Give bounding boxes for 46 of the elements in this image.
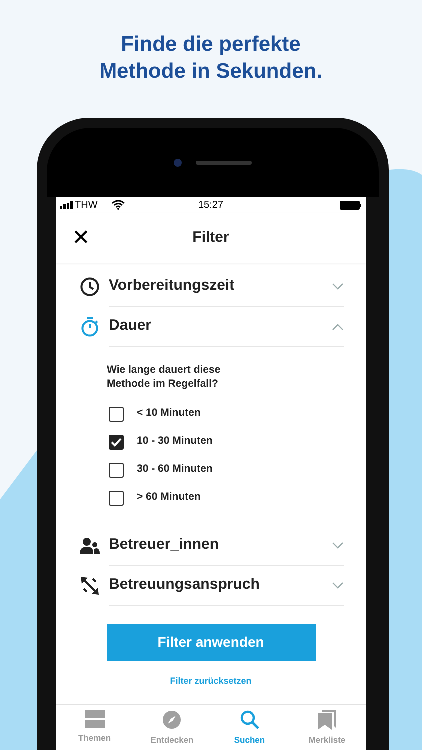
compass-icon: [162, 710, 182, 730]
option-label: < 10 Minuten: [137, 406, 201, 422]
section-title: Vorbereitungszeit: [109, 276, 235, 296]
section-title: Betreuer_innen: [109, 535, 220, 556]
checkbox[interactable]: [109, 406, 124, 422]
status-time: 15:27: [198, 198, 224, 212]
signal-icon: [60, 201, 74, 209]
chevron-down-icon: [332, 542, 344, 550]
section-title: Dauer: [109, 316, 152, 336]
chevron-down-icon: [332, 582, 344, 590]
wifi-icon: [112, 200, 125, 210]
clock-icon: [80, 276, 100, 296]
checkbox[interactable]: [109, 462, 124, 478]
diagonal-arrows-icon: [80, 576, 100, 596]
filter-section-header[interactable]: Betreuungsanspruch: [56, 566, 366, 605]
screen-title: Filter: [192, 228, 230, 248]
option-label: 10 - 30 Minuten: [137, 434, 213, 450]
tab-bar-item[interactable]: Themen: [56, 705, 134, 750]
filter-section-header[interactable]: Betreuer_innen: [56, 526, 366, 565]
people-icon: [80, 536, 100, 554]
close-button[interactable]: ✕: [72, 227, 90, 249]
headline: Finde die perfekte Methode in Sekunden.: [98, 32, 324, 85]
section-title: Betreuungsanspruch: [109, 575, 260, 596]
option-label: 30 - 60 Minuten: [137, 462, 213, 478]
chevron-up-icon: [332, 322, 344, 330]
battery-icon: [340, 200, 362, 210]
checkbox[interactable]: [109, 490, 124, 506]
speaker-icon: [196, 160, 252, 164]
stopwatch-icon: [80, 316, 100, 336]
carrier-name: THW: [75, 198, 98, 212]
filter-section-header[interactable]: Vorbereitungszeit: [56, 267, 366, 306]
option-label: > 60 Minuten: [137, 490, 201, 506]
chevron-down-icon: [332, 282, 344, 290]
camera-icon: [174, 158, 182, 166]
question-text: Wie lange dauert diese Methode im Regelfall?: [107, 363, 222, 391]
reset-filter-link[interactable]: Filter zurücksetzen: [170, 675, 252, 688]
search-icon: [240, 710, 260, 730]
checkbox[interactable]: [109, 434, 124, 450]
check-icon: [111, 438, 122, 446]
tab-bar-item[interactable]: Suchen: [211, 705, 288, 750]
stacked-panels-icon: [84, 710, 105, 728]
bookmarks-icon: [318, 710, 336, 730]
tab-bar-item[interactable]: Merkliste: [288, 705, 366, 750]
tab-bar-item[interactable]: Entdecken: [134, 705, 211, 750]
apply-filter-button[interactable]: Filter anwenden: [106, 624, 316, 661]
filter-section-header[interactable]: Dauer: [56, 307, 366, 346]
